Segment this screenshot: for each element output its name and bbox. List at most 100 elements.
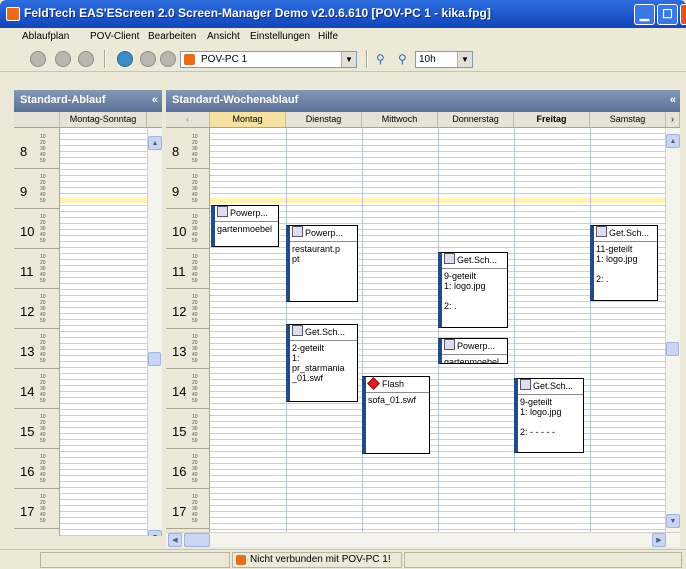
time-column: 8 10 20 30 40 50 9 10 20 30 40 50 10 10 20 30 40 50 11 10 20… — [14, 128, 60, 536]
day-header-montag[interactable]: Montag — [210, 112, 286, 127]
maximize-button[interactable]: ☐ — [657, 4, 678, 25]
hour-label: 15 — [20, 424, 35, 439]
minute-label: 50 — [192, 158, 198, 164]
event-donnerstag-schedule[interactable]: Get.Sch... 9-geteilt 1: logo.jpg 2: . — [438, 252, 508, 328]
scroll-left-icon[interactable]: ◀ — [168, 533, 182, 547]
event-dienstag-powerpoint[interactable]: Powerp... restaurant.p pt — [286, 225, 358, 302]
menu-ansicht[interactable]: Ansicht — [207, 31, 240, 42]
hour-divider — [14, 368, 59, 369]
event-dienstag-schedule[interactable]: Get.Sch... 2-geteilt 1: pr_starmania _01… — [286, 324, 358, 402]
minute-label: 50 — [40, 198, 46, 204]
toolbar-separator — [104, 50, 106, 68]
client-select[interactable]: POV-PC 1 ▼ — [180, 51, 357, 68]
scroll-thumb[interactable] — [184, 533, 210, 547]
hour-divider — [14, 168, 59, 169]
main-vertical-scrollbar[interactable]: ▲ ▼ — [665, 128, 680, 532]
day-header-dienstag[interactable]: Dienstag — [286, 112, 362, 127]
scroll-thumb[interactable] — [148, 352, 161, 366]
day-header-freitag[interactable]: Freitag — [514, 112, 590, 127]
main-panel-header: Standard-Wochenablauf « — [166, 90, 680, 112]
event-montag-powerpoint[interactable]: Powerp... gartenmoebel — [211, 205, 279, 247]
schedule-icon — [596, 226, 607, 237]
minute-label: 50 — [40, 518, 46, 524]
hour-label: 9 — [172, 184, 180, 199]
toolbar-separator — [366, 50, 368, 68]
event-donnerstag-powerpoint[interactable]: Powerp... gartenmoebel — [438, 338, 508, 364]
main-horizontal-scrollbar[interactable]: ◀ ▶ — [166, 532, 680, 547]
hour-divider — [166, 208, 209, 209]
left-panel-title: Standard-Ablauf — [20, 94, 106, 106]
connect-icon[interactable] — [117, 51, 133, 67]
menu-einstellungen[interactable]: Einstellungen — [250, 31, 310, 42]
scroll-up-icon[interactable]: ▲ — [148, 136, 162, 150]
event-freitag-schedule[interactable]: Get.Sch... 9-geteilt 1: logo.jpg 2: - - … — [514, 378, 584, 453]
left-schedule-grid[interactable]: 8 10 20 30 40 50 9 10 20 30 40 50 10 10 20 30 40 50 11 10 20… — [14, 128, 162, 536]
time-column: 8 10 20 30 40 50 9 10 20 30 40 50 10 10 20 30 40 50 11 10 20… — [166, 128, 210, 532]
minute-label: 50 — [192, 398, 198, 404]
collapse-icon[interactable]: « — [152, 94, 158, 106]
hour-label: 10 — [172, 224, 187, 239]
minute-label: 50 — [192, 478, 198, 484]
menu-bar: Ablaufplan POV-Client Bearbeiten Ansicht… — [0, 28, 686, 46]
hour-label: 14 — [172, 384, 187, 399]
scroll-down-icon[interactable]: ▼ — [148, 530, 162, 536]
main-panel-title: Standard-Wochenablauf — [172, 94, 299, 106]
hour-divider — [166, 408, 209, 409]
toolbar: POV-PC 1 ▼ ⚲ ⚲ 10h ▼ — [0, 46, 686, 72]
plugin-icon[interactable] — [140, 51, 156, 67]
hour-label: 10 — [20, 224, 35, 239]
minute-label: 50 — [192, 198, 198, 204]
chevron-down-icon[interactable]: ▼ — [457, 52, 472, 67]
stop-icon[interactable] — [30, 51, 46, 67]
menu-bearbeiten[interactable]: Bearbeiten — [148, 31, 196, 42]
close-button[interactable]: ✕ — [680, 4, 686, 25]
hour-label: 17 — [20, 504, 35, 519]
plugin-remove-icon[interactable] — [160, 51, 176, 67]
minute-label: 50 — [192, 278, 198, 284]
collapse-icon[interactable]: « — [670, 94, 676, 106]
minute-label: 50 — [192, 438, 198, 444]
scroll-down-icon[interactable]: ▼ — [666, 514, 680, 528]
event-mittwoch-flash[interactable]: Flash sofa_01.swf — [362, 376, 430, 454]
minimize-button[interactable]: ▁ — [634, 4, 655, 25]
pause-icon[interactable] — [55, 51, 71, 67]
week-schedule-grid[interactable]: 8 10 20 30 40 50 9 10 20 30 40 50 10 10 20 30 40 50 11 10 20… — [166, 128, 680, 532]
hour-divider — [14, 328, 59, 329]
left-vertical-scrollbar[interactable]: ▲ ▼ — [147, 128, 162, 536]
scroll-up-icon[interactable]: ▲ — [666, 134, 680, 148]
menu-hilfe[interactable]: Hilfe — [318, 31, 338, 42]
scroll-thumb[interactable] — [666, 342, 679, 356]
day-header-samstag[interactable]: Samstag — [590, 112, 666, 127]
nav-next-icon[interactable]: › — [666, 112, 680, 127]
hour-divider — [14, 408, 59, 409]
column-montag-sonntag[interactable]: Montag-Sonntag — [60, 112, 147, 127]
zoom-in-icon[interactable]: ⚲ — [376, 52, 385, 66]
status-message: Nicht verbunden mit POV-PC 1! — [250, 554, 391, 565]
day-header-mittwoch[interactable]: Mittwoch — [362, 112, 438, 127]
nav-prev-icon[interactable]: ‹ — [166, 112, 210, 127]
hour-label: 15 — [172, 424, 187, 439]
hour-divider — [14, 248, 59, 249]
hour-label: 9 — [20, 184, 28, 199]
menu-pov-client[interactable]: POV-Client — [90, 31, 139, 42]
day-header-donnerstag[interactable]: Donnerstag — [438, 112, 514, 127]
day-header-row: ‹ Montag Dienstag Mittwoch Donnerstag Fr… — [166, 112, 680, 128]
event-samstag-schedule[interactable]: Get.Sch... 11-geteilt 1: logo.jpg 2: . — [590, 225, 658, 301]
disconnected-icon — [236, 555, 246, 565]
scroll-right-icon[interactable]: ▶ — [652, 533, 666, 547]
minute-label: 50 — [40, 318, 46, 324]
zoom-out-icon[interactable]: ⚲ — [398, 52, 407, 66]
minute-label: 50 — [192, 518, 198, 524]
minute-label: 50 — [40, 238, 46, 244]
schedule-icon — [520, 379, 531, 390]
refresh-icon[interactable] — [78, 51, 94, 67]
powerpoint-icon — [217, 206, 228, 217]
menu-ablaufplan[interactable]: Ablaufplan — [22, 31, 69, 42]
status-bar: Nicht verbunden mit POV-PC 1! — [0, 549, 686, 569]
zoom-select[interactable]: 10h ▼ — [415, 51, 473, 68]
status-message-cell: Nicht verbunden mit POV-PC 1! — [232, 552, 402, 568]
hour-label: 11 — [172, 264, 186, 279]
chevron-down-icon[interactable]: ▼ — [341, 52, 356, 67]
app-icon — [6, 7, 20, 21]
hour-label: 16 — [20, 464, 35, 479]
